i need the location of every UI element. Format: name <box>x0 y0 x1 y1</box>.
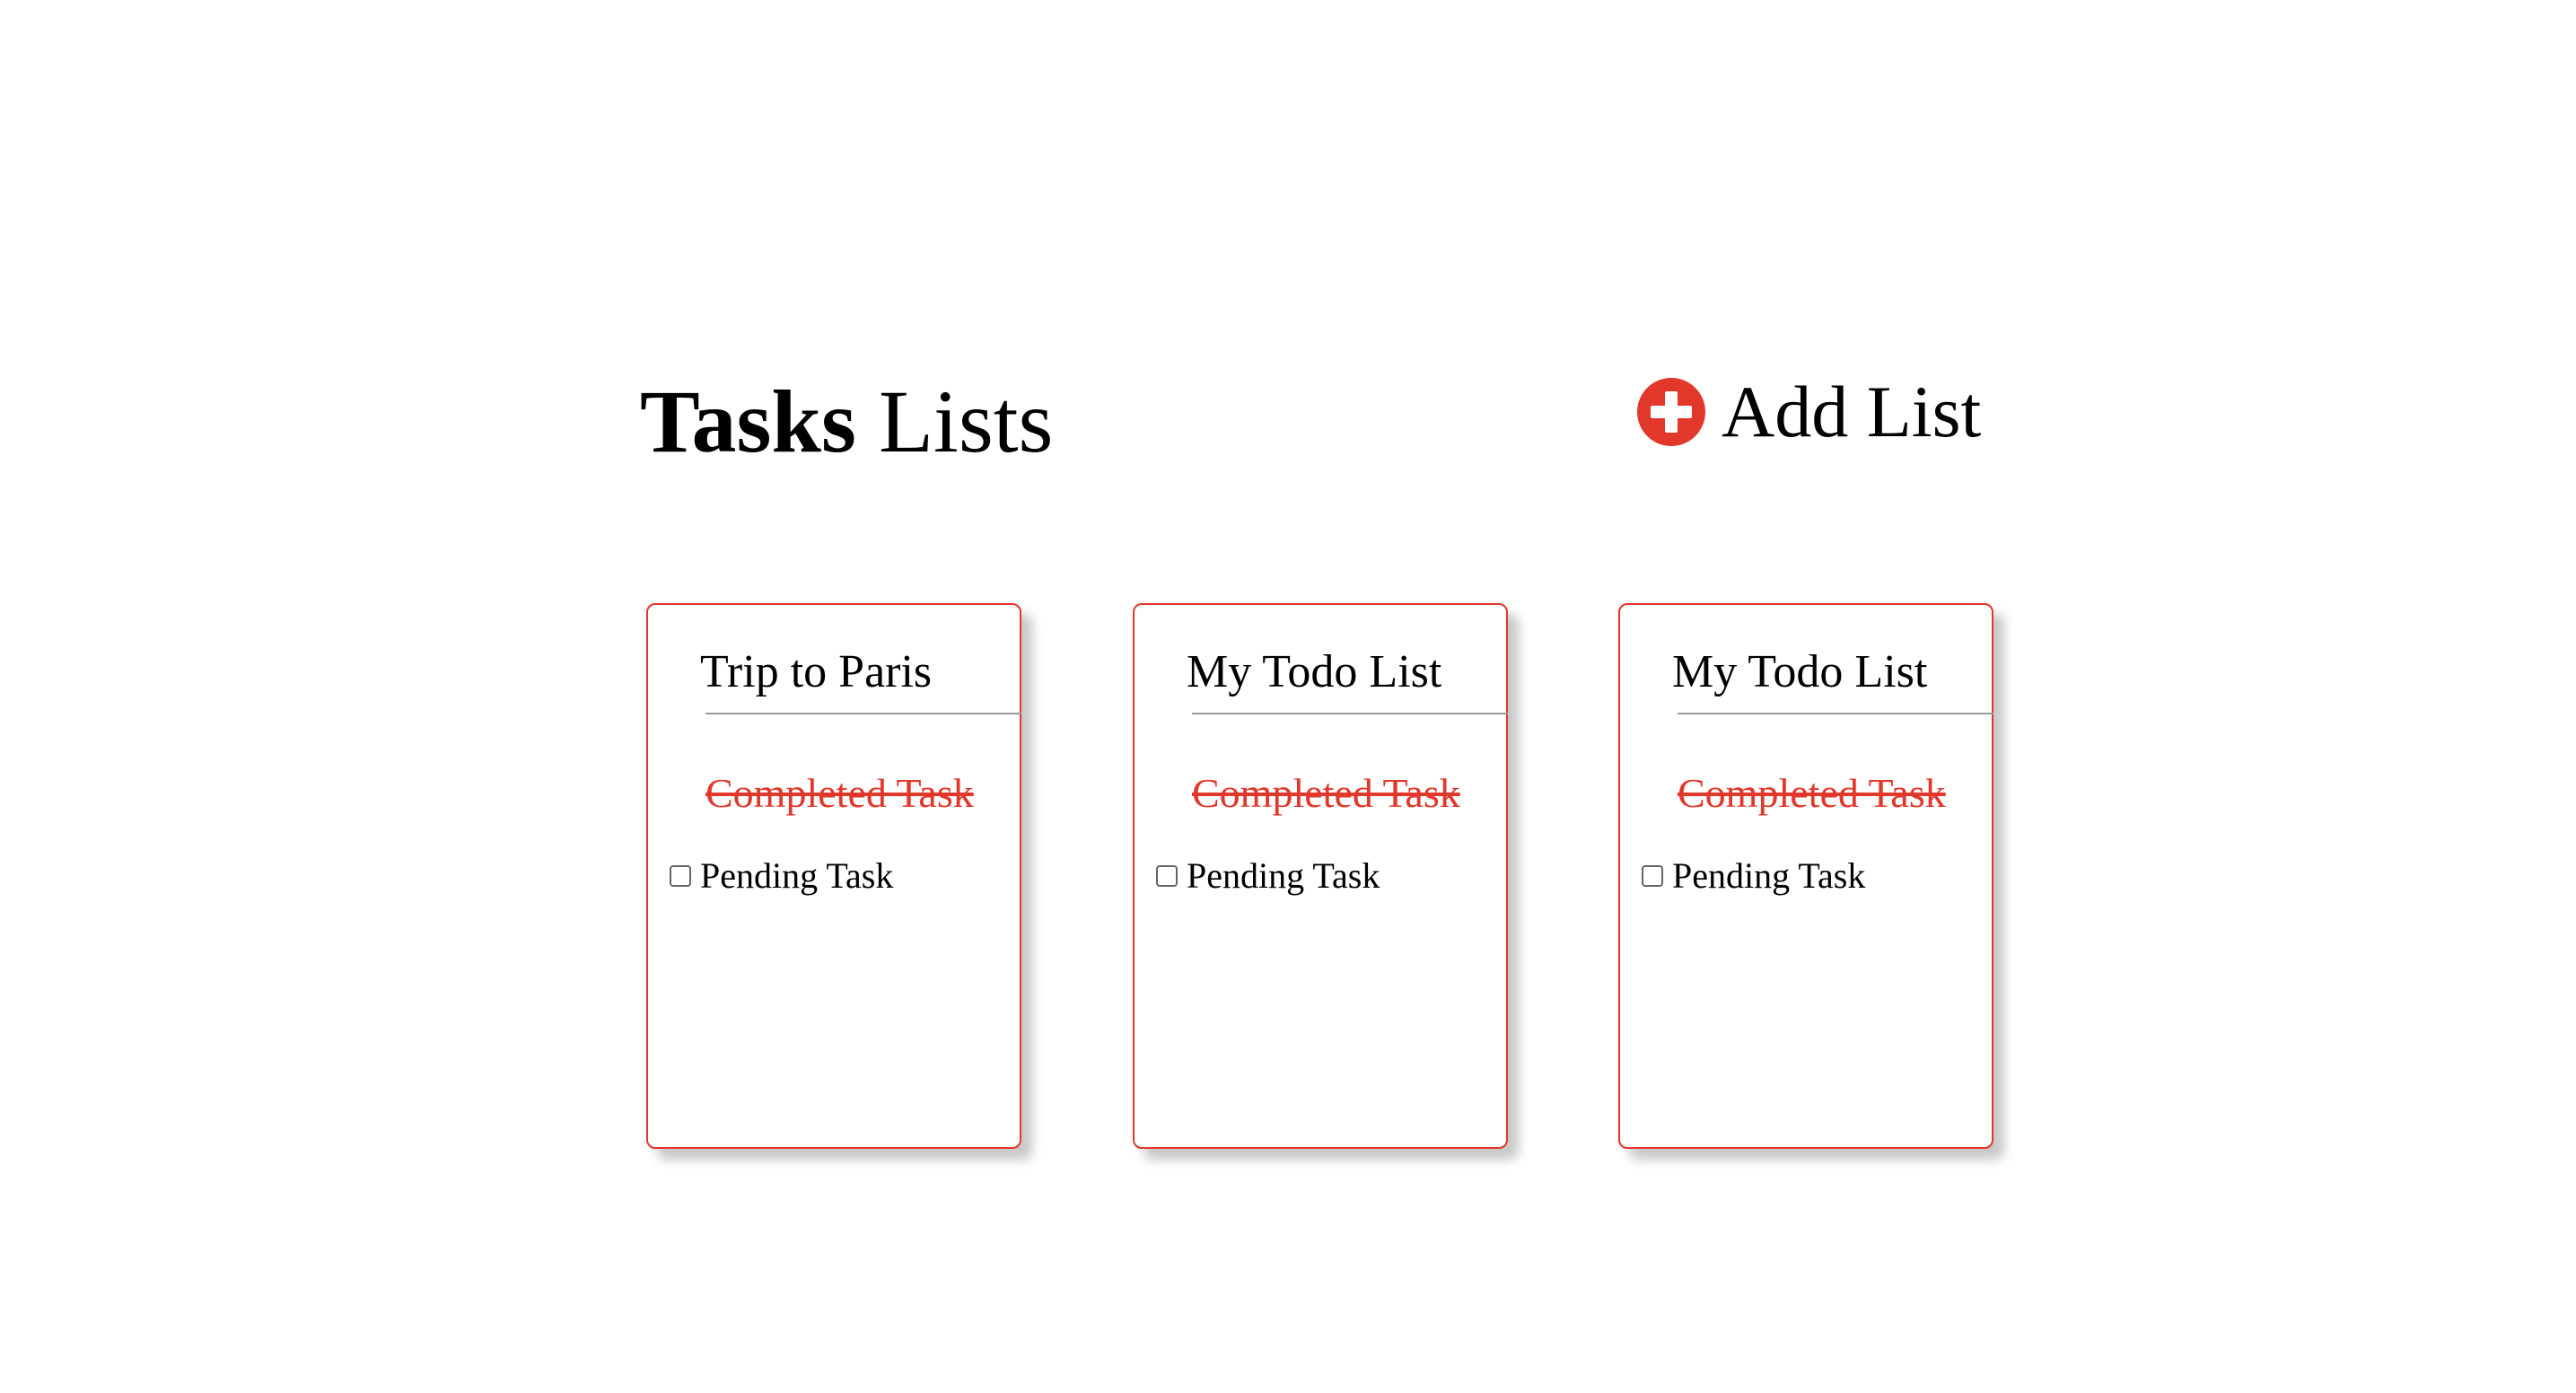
completed-task[interactable]: Completed Task <box>705 767 974 820</box>
list-title-divider <box>1678 713 1993 714</box>
list-title-divider <box>705 713 1021 714</box>
add-list-button[interactable]: Add List <box>1637 363 1981 461</box>
pending-task: Pending Task <box>1156 853 1380 899</box>
task-checkbox[interactable] <box>1156 865 1178 887</box>
plus-circle-icon[interactable] <box>1637 378 1705 446</box>
list-title[interactable]: My Todo List <box>1672 641 1927 704</box>
list-title[interactable]: Trip to Paris <box>700 641 932 704</box>
page-title: Tasks Lists <box>640 359 1053 485</box>
pending-task-label: Pending Task <box>1187 855 1380 896</box>
pending-task: Pending Task <box>670 853 893 899</box>
task-checkbox[interactable] <box>670 865 691 887</box>
add-list-label: Add List <box>1722 371 1982 452</box>
list-title-divider <box>1192 713 1508 714</box>
list-card: My Todo List Completed Task Pending Task <box>1133 603 1508 1149</box>
pending-task-label: Pending Task <box>700 855 894 896</box>
page: Tasks Lists Add List Trip to Paris Compl… <box>0 0 2576 1393</box>
task-checkbox[interactable] <box>1642 865 1663 887</box>
pending-task: Pending Task <box>1642 853 1865 899</box>
page-title-rest: Lists <box>855 372 1054 471</box>
completed-task[interactable]: Completed Task <box>1192 767 1460 820</box>
page-title-bold: Tasks <box>640 372 856 471</box>
completed-task[interactable]: Completed Task <box>1678 767 1946 820</box>
pending-task-label: Pending Task <box>1672 855 1866 896</box>
list-card: My Todo List Completed Task Pending Task <box>1618 603 1993 1149</box>
list-title[interactable]: My Todo List <box>1187 641 1441 704</box>
list-card: Trip to Paris Completed Task Pending Tas… <box>646 603 1021 1149</box>
